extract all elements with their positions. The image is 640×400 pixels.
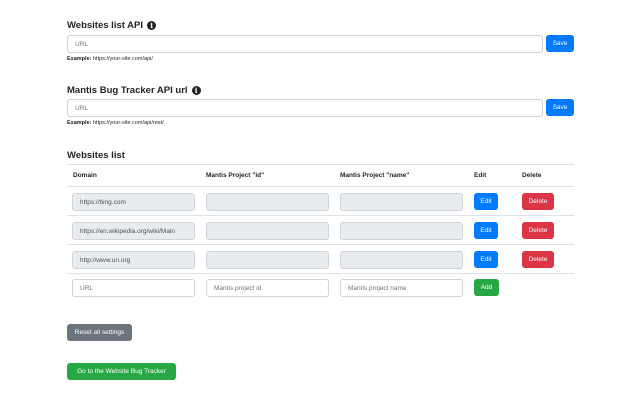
row-project-id-input[interactable] <box>206 222 329 240</box>
mantis-section-title: Mantis Bug Tracker API url i <box>67 85 201 96</box>
row-edit-button[interactable]: Edit <box>474 193 498 210</box>
api-section-title: Websites list API i <box>67 20 157 31</box>
row-project-name-input[interactable] <box>340 193 463 211</box>
row-edit-button[interactable]: Edit <box>474 251 498 268</box>
column-header-delete: Delete <box>522 172 542 179</box>
row-delete-button[interactable]: Delete <box>522 193 554 210</box>
column-header-domain: Domain <box>73 172 97 179</box>
row-project-name-input[interactable] <box>340 222 463 240</box>
table-header-border <box>67 186 574 187</box>
api-section-title-text: Websites list API <box>67 20 144 31</box>
row-domain-input[interactable]: https://bing.com <box>72 193 195 211</box>
new-domain-input[interactable] <box>72 279 195 297</box>
mantis-example-label: Example: <box>67 120 92 126</box>
column-header-project-id: Mantis Project "id" <box>206 172 265 179</box>
mantis-section-title-text: Mantis Bug Tracker API url <box>67 85 188 96</box>
api-url-input[interactable] <box>67 35 543 53</box>
row-project-id-input[interactable] <box>206 193 329 211</box>
websites-list-title: Websites list <box>67 150 125 161</box>
row-delete-button[interactable]: Delete <box>522 222 554 239</box>
info-icon[interactable]: i <box>147 21 157 30</box>
row-divider <box>67 244 574 245</box>
api-example: Example: https://your-site.com/api/ <box>67 56 153 62</box>
go-to-bug-tracker-button[interactable]: Go to the Website Bug Tracker <box>67 363 176 380</box>
column-header-edit: Edit <box>474 172 487 179</box>
mantis-save-button[interactable]: Save <box>546 99 574 116</box>
websites-list-title-text: Websites list <box>67 150 125 161</box>
row-domain-input[interactable]: https://en.wikipedia.org/wiki/Main <box>72 222 195 240</box>
new-project-id-input[interactable] <box>206 279 329 297</box>
mantis-url-input[interactable] <box>67 99 543 117</box>
reset-all-settings-button[interactable]: Reset all settings <box>67 324 132 341</box>
api-save-button[interactable]: Save <box>546 35 574 52</box>
new-project-name-input[interactable] <box>340 279 463 297</box>
mantis-example-value: https://your-site.com/api/rest/ <box>93 120 164 126</box>
api-example-label: Example: <box>67 56 92 62</box>
add-button[interactable]: Add <box>474 279 499 296</box>
column-header-project-name: Mantis Project "name" <box>340 172 410 179</box>
api-example-value: https://your-site.com/api/ <box>93 56 153 62</box>
row-domain-input[interactable]: http://www.un.org <box>72 251 195 269</box>
row-divider <box>67 273 574 274</box>
mantis-example: Example: https://your-site.com/api/rest/ <box>67 120 164 126</box>
row-project-id-input[interactable] <box>206 251 329 269</box>
table-top-border <box>67 164 574 165</box>
row-project-name-input[interactable] <box>340 251 463 269</box>
row-divider <box>67 215 574 216</box>
row-delete-button[interactable]: Delete <box>522 251 554 268</box>
info-icon[interactable]: i <box>191 86 201 95</box>
row-edit-button[interactable]: Edit <box>474 222 498 239</box>
